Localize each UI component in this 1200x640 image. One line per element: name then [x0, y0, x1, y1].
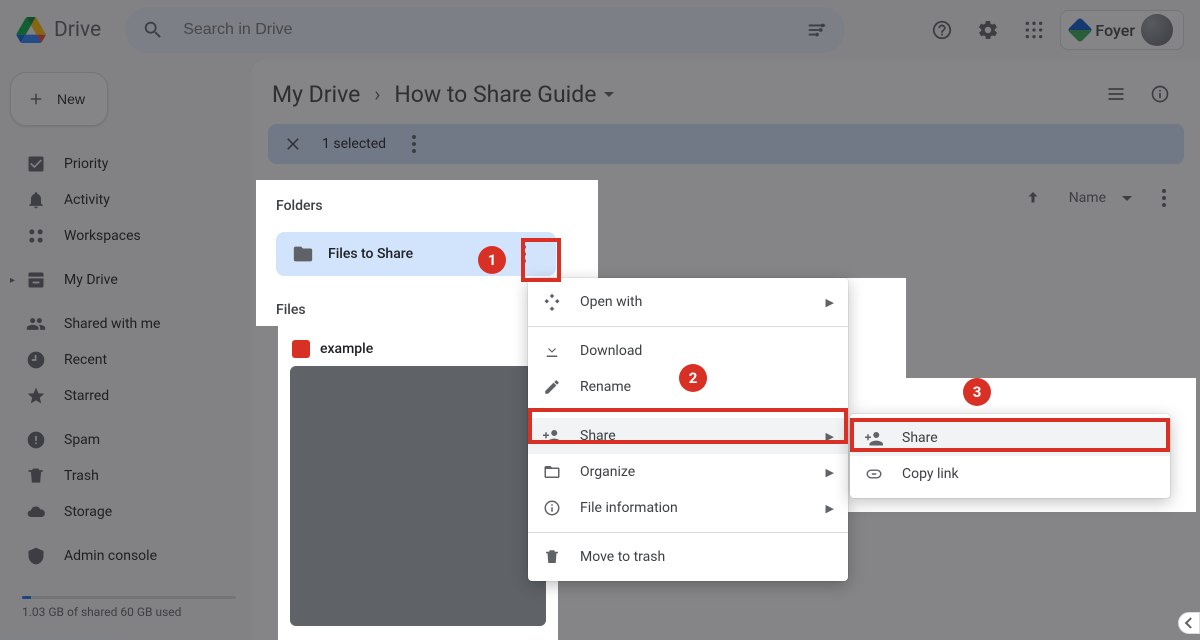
spotlight-file-card[interactable]: example — [278, 326, 558, 640]
menu-move-to-trash[interactable]: Move to trash — [528, 539, 848, 575]
chevron-right-icon: ▶ — [826, 296, 834, 309]
annotation-box-2 — [528, 408, 848, 444]
annotation-box-1 — [521, 238, 561, 282]
menu-label: Download — [580, 343, 642, 359]
menu-label: Move to trash — [580, 549, 665, 565]
file-thumbnail — [290, 366, 546, 626]
submenu-label: Copy link — [902, 466, 959, 482]
chevron-right-icon: ▶ — [826, 466, 834, 479]
menu-label: File information — [580, 500, 678, 516]
menu-label: Organize — [580, 464, 635, 480]
annotation-box-3 — [850, 418, 1170, 452]
menu-label: Rename — [580, 379, 631, 395]
folders-heading: Folders — [276, 194, 598, 218]
folder-chip[interactable]: Files to Share — [276, 232, 556, 276]
download-icon — [542, 342, 562, 360]
file-label: example — [320, 341, 373, 357]
info-icon — [542, 499, 562, 517]
submenu-copy-link[interactable]: Copy link — [850, 456, 1170, 492]
open-with-icon — [542, 293, 562, 311]
menu-label: Open with — [580, 294, 642, 310]
annotation-badge-3: 3 — [963, 378, 991, 406]
side-panel-toggle[interactable] — [1178, 612, 1200, 634]
annotation-badge-1: 1 — [478, 246, 506, 274]
annotation-badge-2: 2 — [679, 364, 707, 392]
menu-organize[interactable]: Organize ▶ — [528, 454, 848, 490]
rename-icon — [542, 378, 562, 396]
image-file-icon — [292, 340, 310, 358]
menu-file-info[interactable]: File information ▶ — [528, 490, 848, 526]
chevron-right-icon: ▶ — [826, 502, 834, 515]
trash-icon — [542, 548, 562, 566]
organize-icon — [542, 463, 562, 481]
menu-open-with[interactable]: Open with ▶ — [528, 284, 848, 320]
link-icon — [864, 465, 884, 483]
folder-icon — [292, 243, 314, 265]
folder-label: Files to Share — [328, 246, 413, 262]
